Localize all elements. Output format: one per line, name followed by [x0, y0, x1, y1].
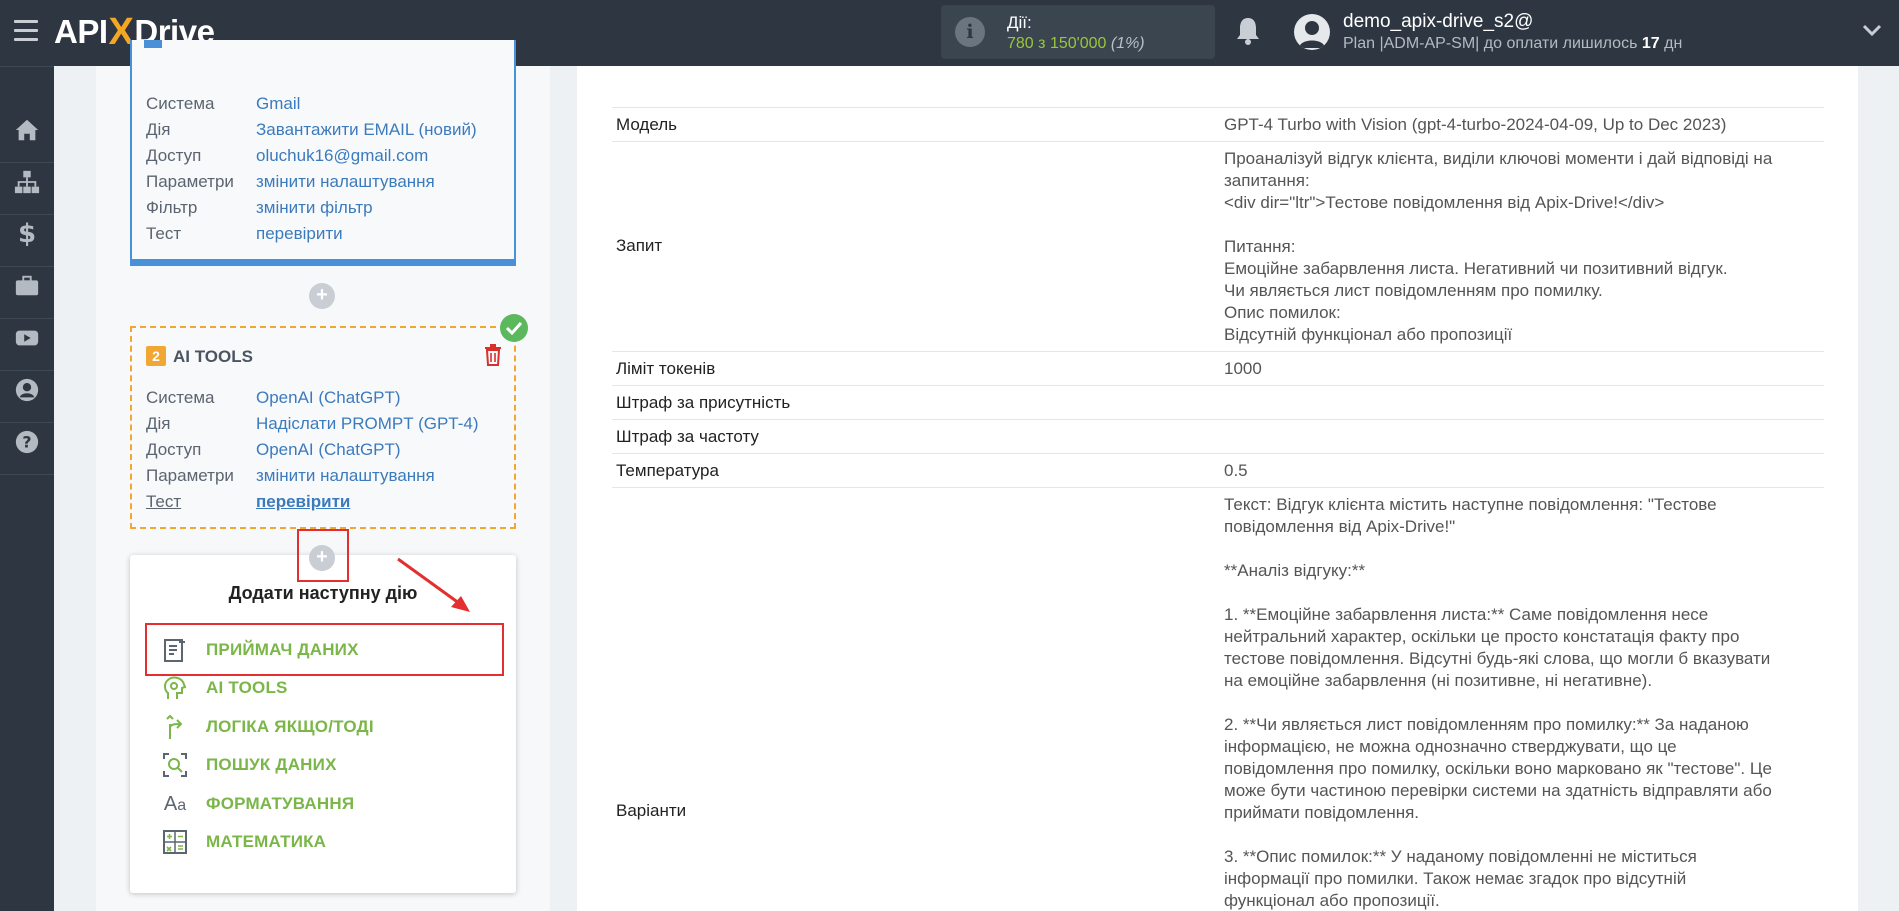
ai-tools-icon — [162, 675, 188, 701]
check-icon — [500, 314, 528, 342]
actions-label: Дії: — [1007, 13, 1032, 32]
youtube-icon[interactable] — [13, 324, 41, 352]
svg-text:?: ? — [22, 433, 31, 452]
add-item-ai-tools[interactable]: AI TOOLS — [162, 672, 288, 704]
logic-branch-icon — [162, 714, 188, 740]
left-nav: $ ? — [0, 66, 54, 911]
formatting-icon: Aa — [163, 792, 187, 815]
ai-tools-card[interactable]: 2 AI TOOLS Система OpenAI (ChatGPT) Дія На… — [130, 326, 516, 529]
card-title: AI TOOLS — [173, 347, 253, 366]
highlight-box — [297, 529, 349, 582]
data-search-icon — [162, 752, 188, 778]
arrow-annotation — [397, 557, 470, 612]
add-item-logic[interactable]: ЛОГІКА ЯКЩО/ТОДІ — [162, 711, 374, 743]
math-icon — [162, 829, 188, 855]
menu-icon[interactable] — [14, 20, 38, 42]
sitemap-icon[interactable] — [13, 168, 41, 196]
add-item-data-search[interactable]: ПОШУК ДАНИХ — [162, 749, 337, 781]
help-icon[interactable]: ? — [13, 428, 41, 456]
data-source-card[interactable]: Система Gmail Дія Завантажити EMAIL (новий… — [130, 40, 516, 266]
briefcase-icon[interactable] — [13, 272, 41, 300]
info-icon: i — [955, 17, 985, 47]
highlight-box — [145, 623, 504, 676]
table-row: Штраф за частоту — [612, 419, 1824, 453]
table-row: Модель GPT-4 Turbo with Vision (gpt-4-tu… — [612, 107, 1824, 141]
table-row: Запит Проаналізуй відгук клієнта, виділи… — [612, 141, 1824, 351]
table-row: Варіанти Текст: Відгук клієнта містить н… — [612, 487, 1824, 910]
avatar[interactable] — [1294, 14, 1330, 50]
table-row: Штраф за присутність — [612, 385, 1824, 419]
table-row: Температура 0.5 — [612, 453, 1824, 487]
user-name[interactable]: demo_apix-drive_s2@ — [1343, 11, 1533, 33]
user-icon[interactable] — [13, 376, 41, 404]
actions-value: 780 з 150'000 (1%) — [1007, 35, 1145, 52]
actions-counter[interactable]: i Дії: 780 з 150'000 (1%) — [941, 5, 1215, 59]
add-item-formatting[interactable]: Aa ФОРМАТУВАННЯ — [162, 788, 354, 820]
table-row: Ліміт токенів 1000 — [612, 351, 1824, 385]
add-step-button[interactable]: + — [309, 283, 335, 309]
user-plan: Plan |ADM-AP-SM| до оплати лишилось 17 д… — [1343, 35, 1683, 52]
chevron-down-icon[interactable] — [1862, 23, 1882, 37]
step-number-badge: 2 — [146, 346, 166, 366]
trash-icon[interactable] — [484, 344, 502, 366]
bell-icon[interactable] — [1235, 16, 1261, 46]
dollar-icon[interactable]: $ — [13, 219, 41, 249]
home-icon[interactable] — [13, 116, 41, 144]
add-item-math[interactable]: МАТЕМАТИКА — [162, 826, 326, 858]
